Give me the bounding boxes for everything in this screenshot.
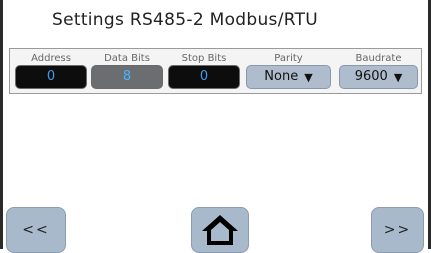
baudrate-select[interactable]: 9600 ▼	[339, 65, 418, 89]
data-bits-field: Data Bits 8	[91, 53, 163, 89]
home-icon	[202, 215, 238, 245]
dropdown-arrow-icon: ▼	[393, 70, 403, 84]
parity-field: Parity None ▼	[246, 53, 331, 89]
home-button[interactable]	[191, 207, 249, 253]
baudrate-label: Baudrate	[355, 53, 402, 64]
page-title: Settings RS485-2 Modbus/RTU	[52, 10, 319, 30]
next-button[interactable]: >>	[371, 207, 424, 253]
address-field: Address 0	[15, 53, 87, 89]
baudrate-field: Baudrate 9600 ▼	[339, 53, 418, 89]
parity-value: None	[264, 69, 299, 84]
parity-label: Parity	[274, 53, 303, 64]
settings-panel: Address 0 Data Bits 8 Stop Bits 0 Parity…	[9, 48, 422, 94]
prev-button[interactable]: <<	[6, 207, 66, 253]
parity-select[interactable]: None ▼	[246, 65, 331, 89]
data-bits-label: Data Bits	[104, 53, 150, 64]
dropdown-arrow-icon: ▼	[304, 70, 313, 84]
stop-bits-input[interactable]: 0	[168, 65, 240, 89]
stop-bits-label: Stop Bits	[181, 53, 227, 64]
data-bits-value: 8	[91, 65, 163, 89]
address-input[interactable]: 0	[15, 65, 87, 89]
baudrate-value: 9600	[354, 69, 388, 84]
screen-frame-left	[0, 0, 3, 249]
address-label: Address	[31, 53, 71, 64]
stop-bits-field: Stop Bits 0	[168, 53, 240, 89]
